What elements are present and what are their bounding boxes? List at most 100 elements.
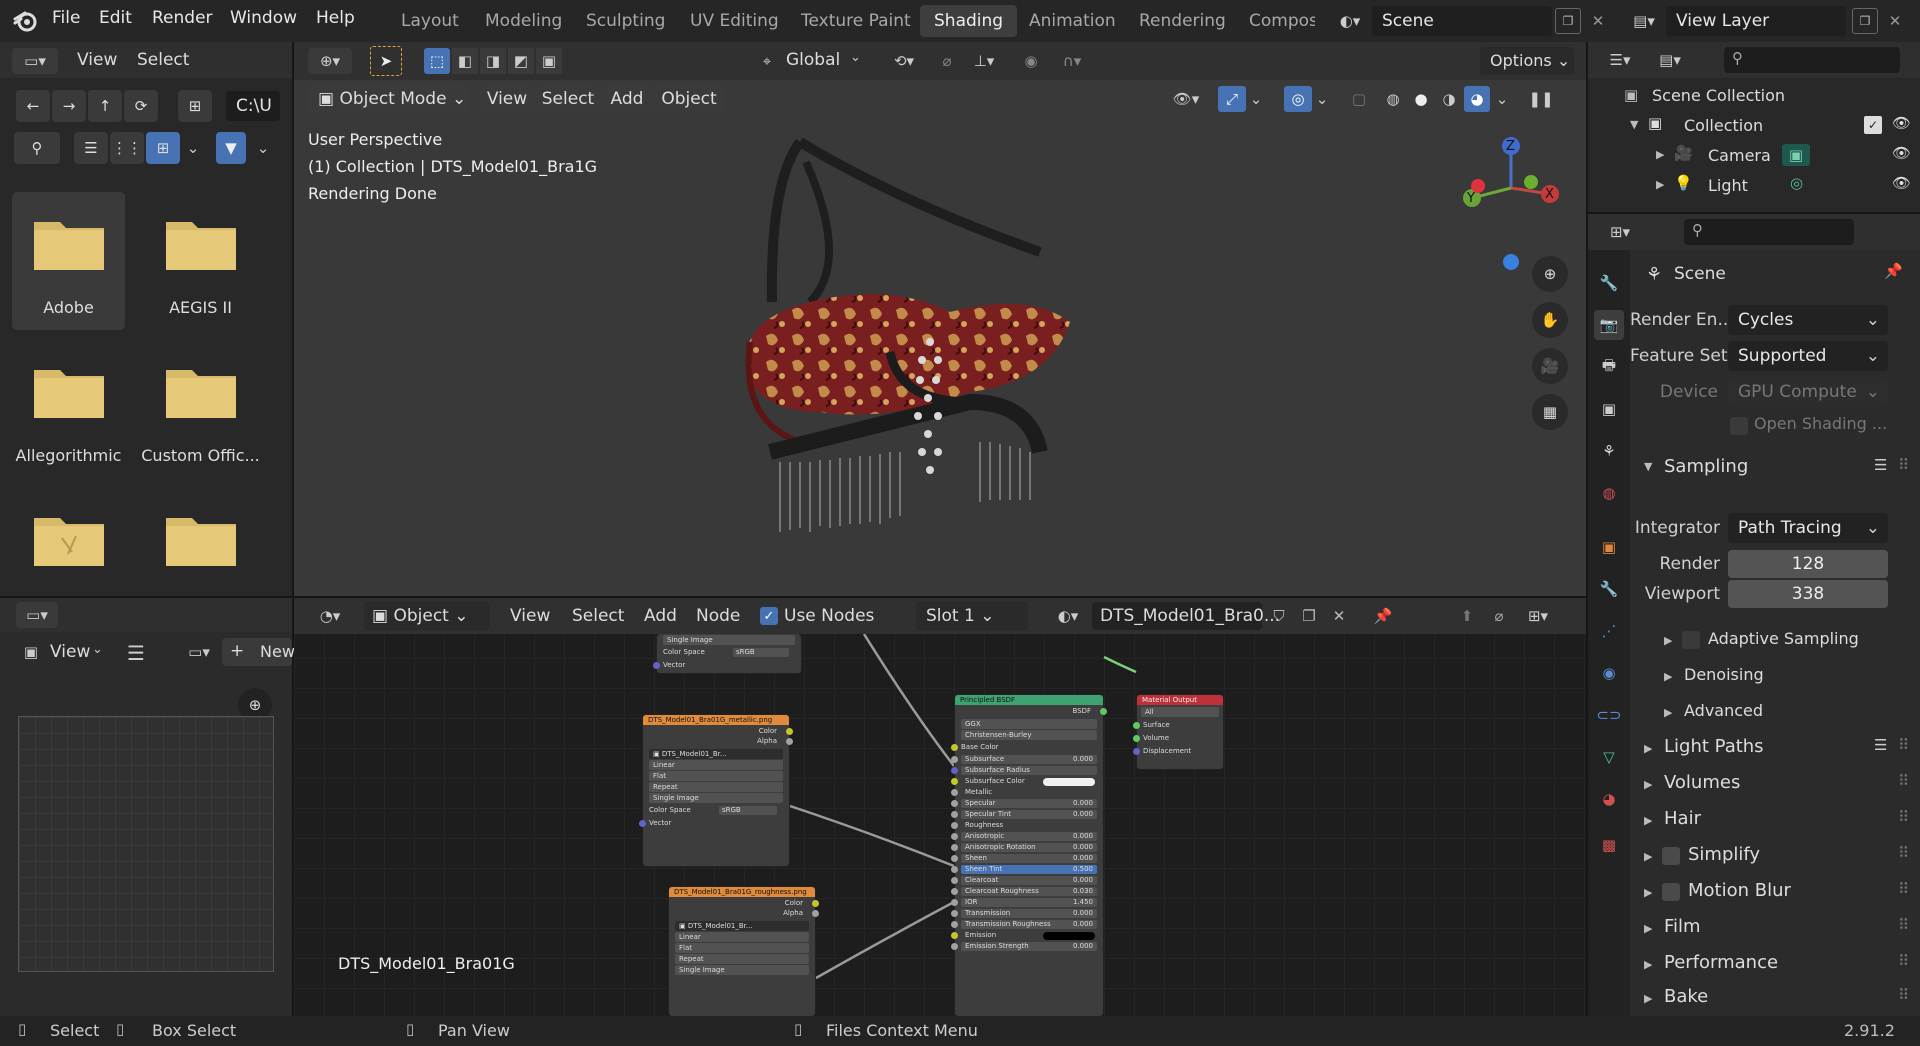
tab-compositing[interactable]: Compos [1235,5,1315,37]
snap-target-icon[interactable]: ⊞▾ [1516,603,1560,629]
node-field[interactable]: Flat [649,771,783,781]
input-socket[interactable] [951,844,958,851]
menu-add[interactable]: Add [644,606,677,626]
menu-window[interactable]: Window [230,8,297,28]
select-tool-icon[interactable]: ➤ [370,46,402,76]
node-field[interactable]: All [1141,707,1219,717]
drag-handle-icon[interactable]: ⠿ [1898,844,1909,862]
color-swatch[interactable] [1043,932,1095,940]
menu-view[interactable]: View [480,84,534,114]
search-icon[interactable]: ⚲ [14,132,60,164]
tab-animation[interactable]: Animation [1015,5,1130,37]
performance-section-header[interactable]: Performance [1664,952,1778,973]
node-input-row[interactable]: Anisotropic Rotation 0.000 [951,842,1103,853]
shading-material-icon[interactable]: ◑ [1436,86,1462,112]
input-socket[interactable] [951,888,958,895]
input-socket[interactable] [951,943,958,950]
menu-file[interactable]: File [52,8,80,28]
node-field-row[interactable]: Color Space sRGB [657,646,801,659]
editor-type-icon[interactable]: ☰▾ [1598,47,1642,73]
material-browse-icon[interactable]: ◐▾ [1048,603,1088,629]
scene-field[interactable]: Scene [1372,6,1552,36]
node-field[interactable]: Flat [675,943,809,953]
open-shading-checkbox[interactable] [1730,417,1748,435]
3d-viewport[interactable]: ⊕▾ ➤ ⬚ ◧ ◨ ◩ ▣ ⌖ Global ⌄ ⟲▾ ⌀ ⊥▾ ◉ ∩▾ O… [294,42,1586,596]
shading-rendered-icon[interactable]: ◕ [1464,86,1490,112]
modifier-tab-icon[interactable]: 🔧 [1594,574,1624,604]
output-socket[interactable] [1100,708,1107,715]
pause-render-icon[interactable]: ❚❚ [1528,86,1554,112]
outliner-row-light[interactable]: ▶ 💡 Light ◎ 👁 [1588,170,1920,200]
editor-type-icon[interactable]: ▭▾ [12,48,58,74]
editor-type-icon[interactable]: ◔▾ [308,603,352,629]
material-tab-icon[interactable]: ◕ [1594,784,1624,814]
input-socket[interactable] [951,910,958,917]
node-input-row[interactable]: Sheen Tint 0.500 [951,864,1103,875]
outliner-row-camera[interactable]: ▶ 🎥 Camera ▣ 👁 [1588,140,1920,170]
slot-dropdown[interactable]: Slot 1 ⌄ [916,602,1028,630]
input-socket[interactable] [951,833,958,840]
menu-edit[interactable]: Edit [99,8,132,28]
outliner-row-collection[interactable]: ▼ ▣ Collection ✓ 👁 [1588,110,1920,140]
node-input-row[interactable]: Transmission Roughness 0.000 [951,919,1103,930]
film-section-header[interactable]: Film [1664,916,1701,937]
expand-arrow-icon[interactable]: ▼ [1644,460,1652,473]
advanced-header[interactable]: Advanced [1684,701,1763,720]
integrator-dropdown[interactable]: Path Tracing ⌄ [1728,513,1888,543]
expand-arrow-icon[interactable]: ▶ [1644,742,1652,755]
expand-arrow-icon[interactable]: ▶ [1644,778,1652,791]
view-layer-field[interactable]: View Layer [1666,6,1846,36]
expand-arrow-icon[interactable]: ▶ [1644,886,1652,899]
editor-type-icon[interactable]: ⊕▾ [308,48,352,74]
input-socket[interactable] [951,756,958,763]
folder-item[interactable]: Custom Offic... [141,340,260,478]
filter-icon[interactable]: ▼ [216,132,246,164]
physics-tab-icon[interactable]: ◉ [1594,658,1624,688]
input-socket[interactable] [951,778,958,785]
input-socket[interactable] [951,800,958,807]
scene-tab-icon[interactable]: ⚘ [1594,436,1624,466]
transform-orientation-icon[interactable]: ⌖ [754,48,780,74]
thumbnails-icon[interactable]: ⊞ [146,132,180,164]
visibility-icon[interactable]: 👁▾ [1164,86,1208,112]
outliner-search-input[interactable]: ⚲ [1724,47,1900,73]
overlays-toggle-icon[interactable]: ◎ [1284,86,1312,112]
node-input-row[interactable]: Subsurface 0.000 [951,754,1103,765]
node-field[interactable]: Single Image [663,635,795,645]
drag-handle-icon[interactable]: ⠿ [1898,736,1909,754]
node-input-row[interactable]: Emission [951,930,1103,941]
input-socket[interactable] [951,921,958,928]
input-socket[interactable] [951,855,958,862]
folder-item[interactable]: AEGIS II [144,192,257,330]
drag-handle-icon[interactable]: ⠿ [1898,916,1909,934]
expand-arrow-icon[interactable]: ▼ [1630,118,1638,131]
input-socket[interactable] [951,767,958,774]
gizmo-toggle-icon[interactable]: ⤢ [1218,86,1246,112]
shading-solid-icon[interactable]: ● [1408,86,1434,112]
expand-arrow-icon[interactable]: ▶ [1644,992,1652,1005]
node-input-row[interactable]: Clearcoat Roughness 0.030 [951,886,1103,897]
node-field-row[interactable]: Color Space sRGB [643,804,789,817]
input-socket[interactable] [951,822,958,829]
menu-help[interactable]: Help [316,8,355,28]
node-input-row[interactable]: Transmission 0.000 [951,908,1103,919]
overlays-dropdown-icon[interactable]: ⌄ [1312,86,1332,112]
eye-icon[interactable]: 👁 [1892,144,1911,162]
shader-type-dropdown[interactable]: ▣ Object ⌄ [364,602,490,630]
data-tab-icon[interactable]: ▽ [1594,742,1624,772]
folder-item[interactable]: Adobe [12,192,125,330]
back-icon[interactable]: ← [16,90,50,122]
chevron-down-icon[interactable]: ⌄ [850,50,861,65]
node-field[interactable]: Linear [649,760,783,770]
view-dropdown[interactable]: View [50,642,90,662]
input-socket[interactable] [951,932,958,939]
output-socket[interactable] [812,900,819,907]
sampling-section-header[interactable]: Sampling [1664,456,1748,477]
drag-handle-icon[interactable]: ⠿ [1898,808,1909,826]
scene-browse-icon[interactable]: ◐▾ [1330,8,1370,34]
color-swatch[interactable] [1043,778,1095,786]
editor-type-icon[interactable]: ▭▾ [16,602,58,628]
drag-handle-icon[interactable]: ⠿ [1898,772,1909,790]
input-socket[interactable] [951,877,958,884]
chevron-down-icon[interactable]: ⌄ [92,642,103,657]
